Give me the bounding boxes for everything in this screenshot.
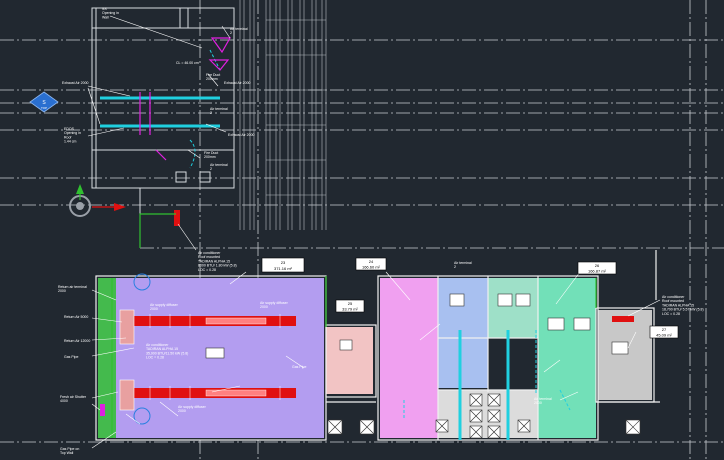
room-27-area: 45.09 m² <box>656 333 672 338</box>
room-23-area: 371.16 m² <box>274 266 293 271</box>
room-24-id: 24 <box>369 259 374 264</box>
annot-gas-pipe-c: Gas Pipe <box>292 365 306 369</box>
room-tag-23[interactable]: 23 371.16 m² <box>261 257 305 273</box>
room-26-id: 26 <box>595 263 600 268</box>
annot-return-air-b: Return Air 12000 <box>64 339 90 343</box>
room-23-id: 23 <box>281 260 286 265</box>
room-24-area: 166.60 m² <box>362 265 381 270</box>
annot-exhaust-c: Exhaust Air 2000 <box>228 133 255 137</box>
annot-return-air: Return Air 5000 <box>64 315 88 319</box>
annot-gas-pipe: Gas Pipe <box>64 355 78 359</box>
room-25-id: 25 <box>348 301 353 306</box>
zone-25-fill <box>326 327 373 394</box>
fresh-air-shutter <box>100 404 105 416</box>
room-27-id: 27 <box>662 327 667 332</box>
room-25-area: 33.79 m² <box>342 307 358 312</box>
room-tag-26[interactable]: 26 166.87 m² <box>577 261 617 275</box>
zone-26a-fill <box>488 278 538 338</box>
room-tag-27[interactable]: 27 45.09 m² <box>649 325 679 339</box>
view-cube-sublabel: TOP <box>41 106 47 110</box>
zone-27-fill <box>598 310 652 400</box>
room-26-area: 166.87 m² <box>588 269 607 274</box>
cad-viewport[interactable]: 23 371.16 m² 24 166.60 m² 25 33.79 m² 26… <box>0 0 724 460</box>
annot-cl: CL = 46.00 cm <box>176 61 199 65</box>
floor-plan-drawing[interactable]: 23 371.16 m² 24 166.60 m² 25 33.79 m² 26… <box>0 0 724 460</box>
zone-24-fill <box>380 278 438 438</box>
zone-26-fill <box>538 278 596 438</box>
room-tag-25[interactable]: 25 33.79 m² <box>335 299 365 313</box>
room-tag-24[interactable]: 24 166.60 m² <box>355 257 387 271</box>
annot-exhaust-b: Exhaust Air 2000 <box>224 81 251 85</box>
annot-exhaust-a: Exhaust Air 2000 <box>62 81 89 85</box>
